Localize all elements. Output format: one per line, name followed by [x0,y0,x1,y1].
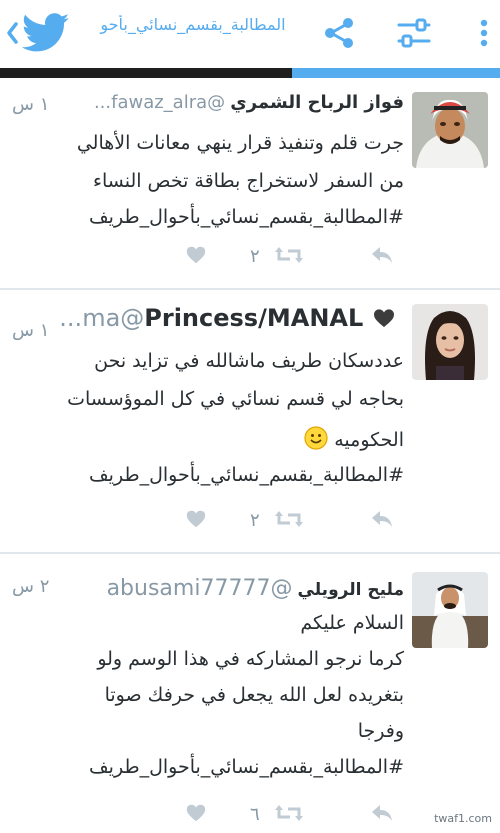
reply-icon[interactable] [370,244,394,274]
like-icon[interactable] [185,508,207,538]
avatar[interactable] [412,304,488,380]
top-bar: المطالبة_بقسم_نسائي_بأحو [0,0,500,68]
tweet-text-line: وفرجا [357,720,404,742]
tweet-header: فواز الرباح الشمري @fawaz_alra... [8,92,404,132]
tweet-actions: ٢ [180,508,400,538]
tweet-text-line: السلام عليكم [300,612,404,634]
heart-emoji-icon [372,304,404,332]
smiley-emoji-icon [304,426,328,451]
tweet-text-fragment: الحكوميه [334,429,404,451]
tweet[interactable]: Princess/MANAL @ma... ١ س عددسكان طريف م… [0,290,500,552]
retweet-icon[interactable] [274,802,304,832]
more-vertical-icon[interactable] [474,16,494,50]
tweet-header: Princess/MANAL @ma... [8,304,404,344]
retweet-count: ٢ [250,510,260,531]
chevron-left-icon[interactable] [4,20,20,46]
page-title: المطالبة_بقسم_نسائي_بأحو [100,15,286,34]
author-name[interactable]: فواز الرباح الشمري [230,92,404,113]
author-handle[interactable]: @abusami77777 [107,576,293,601]
reply-icon[interactable] [370,802,394,832]
tweet-text-line: كرما نرجو المشاركه في هذا الوسم ولو [97,648,404,670]
author-name[interactable]: مليح الرويلي [298,580,404,600]
retweet-count: ٦ [250,804,260,825]
retweet-icon[interactable] [274,508,304,538]
retweet-count: ٢ [250,246,260,267]
author-handle[interactable]: @fawaz_alra... [94,92,225,113]
twitter-bird-icon[interactable] [21,12,70,54]
tweet-time: ١ س [12,320,50,341]
tweet[interactable]: فواز الرباح الشمري @fawaz_alra... ١ س جر… [0,78,500,288]
tweet-actions: ٦ [180,802,400,832]
tweet-time: ٢ س [12,576,50,597]
author-name-text: Princess/MANAL [144,304,364,332]
share-icon[interactable] [322,16,356,50]
tweet-text-line: الحكوميه [8,426,404,451]
reply-icon[interactable] [370,508,394,538]
hashtag-link[interactable]: #المطالبة_بقسم_نسائي_بأحوال_طريف [8,464,404,486]
tweet-actions: ٢ [180,244,400,274]
tweet-text-line: جرت قلم وتنفيذ قرار ينهي معانات الأهالي [76,132,404,154]
tweet-text-line: بتغريده لعل الله يجعل في حرفك صوتا [104,684,404,706]
author-handle[interactable]: @ma... [59,304,144,332]
hashtag-link[interactable]: #المطالبة_بقسم_نسائي_بأحوال_طريف [8,756,404,778]
avatar[interactable] [412,92,488,168]
like-icon[interactable] [185,802,207,832]
watermark: twaf1.com [434,812,492,825]
tweet-time: ١ س [12,94,50,115]
filter-icon[interactable] [396,16,432,50]
tweet-text-line: عددسكان طريف ماشالله في تزايد نحن [94,350,404,372]
retweet-icon[interactable] [274,244,304,274]
author-name[interactable]: Princess/MANAL [144,304,404,332]
avatar[interactable] [412,572,488,648]
tweet-header: مليح الرويلي @abusami77777 [8,576,404,616]
tweet-text-line: بحاجه لي قسم نسائي في كل الموؤسسات [67,388,404,410]
tab-underline-active [292,68,500,78]
tab-underline-dark [0,68,292,78]
tweet[interactable]: مليح الرويلي @abusami77777 ٢ س السلام عل… [0,554,500,825]
like-icon[interactable] [185,244,207,274]
hashtag-link[interactable]: #المطالبة_بقسم_نسائي_بأحوال_طريف [8,206,404,228]
tweet-text-line: من السفر لاستخراج بطاقة تخص النساء [93,170,404,192]
